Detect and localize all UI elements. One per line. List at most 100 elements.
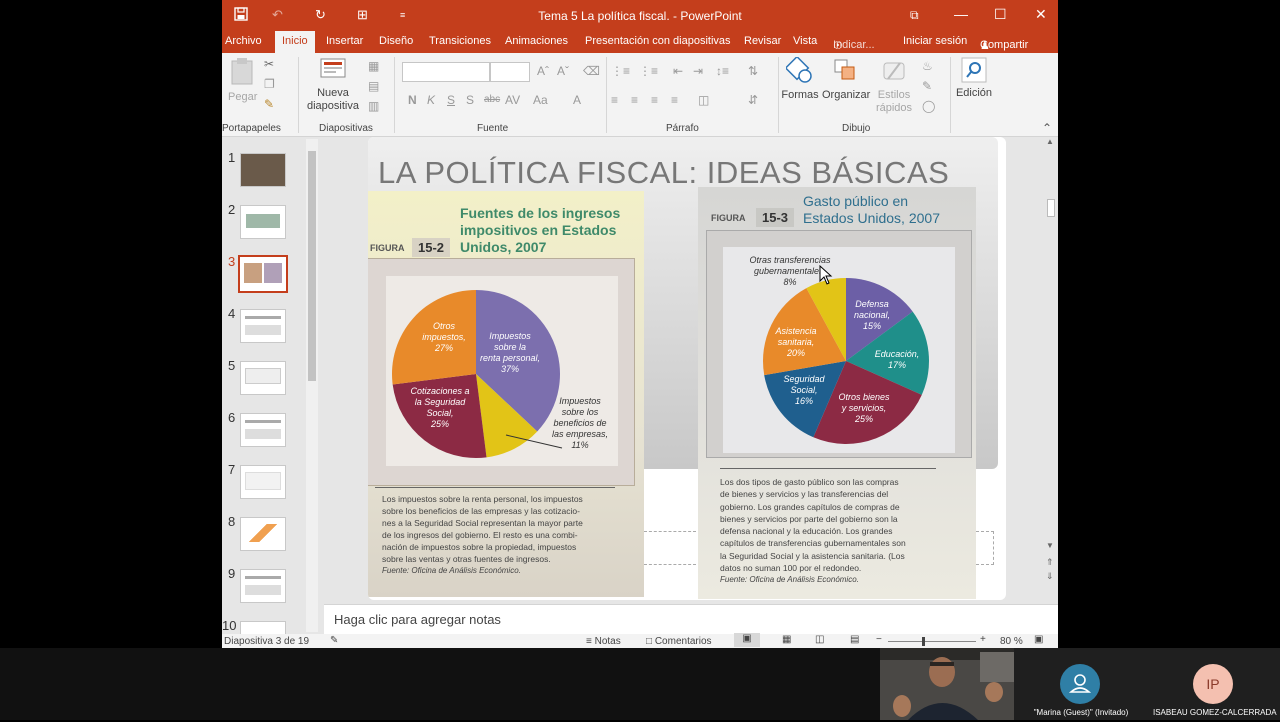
ribbon-display-icon[interactable]: ⧉	[910, 8, 919, 23]
columns-icon[interactable]: ◫	[698, 93, 709, 107]
close-button[interactable]: ✕	[1035, 6, 1047, 23]
format-painter-icon[interactable]: ✎	[264, 97, 274, 111]
shape-effects-icon[interactable]: ◯	[922, 99, 935, 113]
align-center-icon[interactable]: ≡	[631, 93, 638, 107]
notes-pane[interactable]: Haga clic para agregar notas	[324, 604, 1058, 634]
font-name-input[interactable]	[402, 62, 490, 82]
powerpoint-window: ↶ ↻ ⊞ ≡ Tema 5 La política fiscal. - Pow…	[222, 0, 1058, 648]
slide-thumbnail-2[interactable]	[240, 205, 286, 239]
collapse-ribbon-icon[interactable]: ⌃	[1042, 121, 1052, 135]
slide-thumbnail-5[interactable]	[240, 361, 286, 395]
align-text-icon[interactable]: ⇵	[748, 93, 758, 107]
paste-button[interactable]: Pegar	[228, 57, 257, 104]
align-left-icon[interactable]: ≡	[611, 93, 618, 107]
tab-revisar[interactable]: Revisar	[744, 35, 781, 47]
notes-placeholder[interactable]: Haga clic para agregar notas	[334, 612, 501, 627]
sign-in-link[interactable]: Iniciar sesión	[903, 35, 967, 47]
slide-thumbnail-9[interactable]	[240, 569, 286, 603]
search-icon	[961, 57, 987, 83]
layout-icon[interactable]: ▦	[368, 59, 379, 73]
minimize-button[interactable]: —	[954, 6, 968, 22]
status-bar: Diapositiva 3 de 19 ✎ ≡ Notas □ Comentar…	[222, 633, 1058, 648]
zoom-slider[interactable]	[888, 637, 976, 646]
comments-toggle[interactable]: □ Comentarios	[646, 636, 712, 647]
align-right-icon[interactable]: ≡	[651, 93, 658, 107]
normal-view-icon[interactable]: ▣	[734, 633, 760, 647]
zoom-level[interactable]: 80 %	[1000, 636, 1023, 647]
reset-icon[interactable]: ▤	[368, 79, 379, 93]
placeholder-box[interactable]	[976, 531, 994, 565]
previous-slide-icon[interactable]: ⇑	[1046, 557, 1054, 568]
justify-icon[interactable]: ≡	[671, 93, 678, 107]
italic-button[interactable]: K	[427, 93, 435, 107]
underline-button[interactable]: S	[447, 93, 455, 107]
strikethrough-button[interactable]: abc	[484, 94, 500, 105]
char-spacing-button[interactable]: AV	[505, 93, 520, 107]
participant-tile-2[interactable]: IP ISABEAU GOMEZ-CALCERRADA PE...	[1147, 648, 1280, 720]
spelling-icon[interactable]: ✎	[330, 635, 338, 646]
bullets-icon[interactable]: ⋮≡	[611, 64, 630, 78]
shape-outline-icon[interactable]: ✎	[922, 79, 932, 93]
text-direction-icon[interactable]: ⇅	[748, 64, 758, 78]
copy-icon[interactable]: ❐	[264, 77, 275, 91]
participant-tile-1[interactable]: "Marina (Guest)" (Invitado)	[1014, 648, 1147, 720]
shape-fill-icon[interactable]: ♨	[922, 59, 933, 73]
notes-toggle[interactable]: ≡ Notas	[586, 636, 621, 647]
placeholder-box[interactable]	[644, 531, 696, 565]
decrease-font-icon[interactable]: Aˇ	[557, 64, 569, 78]
quick-styles-button[interactable]: Estilos rápidos	[872, 57, 916, 115]
slide-title[interactable]: LA POLÍTICA FISCAL: IDEAS BÁSICAS	[378, 155, 949, 191]
tab-archivo[interactable]: Archivo	[225, 35, 262, 47]
tab-animaciones[interactable]: Animaciones	[505, 35, 568, 47]
fit-slide-icon[interactable]: ▣	[1034, 634, 1043, 645]
scrollbar-thumb[interactable]	[1047, 199, 1055, 217]
zoom-out-icon[interactable]: −	[876, 634, 882, 645]
slide-thumbnail-7[interactable]	[240, 465, 286, 499]
increase-font-icon[interactable]: Aˆ	[537, 64, 549, 78]
scroll-up-icon[interactable]: ▲	[1046, 137, 1054, 146]
scrollbar-thumb[interactable]	[308, 151, 316, 381]
slide-thumbnail-6[interactable]	[240, 413, 286, 447]
arrange-button[interactable]: Organizar	[822, 57, 870, 102]
scroll-down-icon[interactable]: ▼	[1046, 541, 1054, 550]
bold-button[interactable]: N	[408, 93, 417, 107]
shapes-button[interactable]: Formas	[780, 55, 820, 102]
decrease-indent-icon[interactable]: ⇤	[673, 64, 683, 78]
tab-diseno[interactable]: Diseño	[379, 35, 413, 47]
increase-indent-icon[interactable]: ⇥	[693, 64, 703, 78]
figure-15-3[interactable]: Gasto público en Estados Unidos, 2007 FI…	[698, 187, 976, 599]
slide-thumbnail-8[interactable]	[240, 517, 286, 551]
tab-vista[interactable]: Vista	[793, 35, 817, 47]
editing-button[interactable]: Edición	[954, 57, 994, 100]
reading-view-icon[interactable]: ◫	[815, 634, 824, 645]
tab-inicio[interactable]: Inicio	[275, 31, 315, 53]
next-slide-icon[interactable]: ⇓	[1046, 571, 1054, 582]
font-size-input[interactable]	[490, 62, 530, 82]
maximize-button[interactable]: ☐	[994, 6, 1007, 23]
thumbnail-scrollbar[interactable]	[306, 139, 318, 632]
slide-thumbnail-4[interactable]	[240, 309, 286, 343]
font-color-button[interactable]: A	[573, 93, 581, 107]
slide-thumbnail-1[interactable]	[240, 153, 286, 187]
video-tile-presenter[interactable]	[880, 648, 1014, 720]
slideshow-icon[interactable]: ▤	[850, 634, 859, 645]
slide-thumbnail-3-selected[interactable]	[238, 255, 288, 293]
tab-presentacion[interactable]: Presentación con diapositivas	[585, 35, 731, 47]
zoom-slider-thumb[interactable]	[922, 637, 925, 646]
tab-insertar[interactable]: Insertar	[326, 35, 363, 47]
new-slide-button[interactable]: Nueva diapositiva	[302, 57, 364, 113]
zoom-in-icon[interactable]: +	[980, 634, 986, 645]
figure-15-2[interactable]: Fuentes de los ingresos impositivos en E…	[368, 191, 644, 597]
numbering-icon[interactable]: ⋮≡	[639, 64, 658, 78]
line-spacing-icon[interactable]: ↕≡	[716, 64, 729, 78]
change-case-button[interactable]: Aa	[533, 93, 548, 107]
slide-scrollbar[interactable]: ▲ ▼ ⇑ ⇓	[1044, 137, 1058, 604]
clear-format-icon[interactable]: ⌫	[583, 64, 600, 78]
slide-3[interactable]: LA POLÍTICA FISCAL: IDEAS BÁSICAS Fuente…	[368, 137, 1006, 600]
slide-sorter-icon[interactable]: ▦	[782, 634, 791, 645]
tab-transiciones[interactable]: Transiciones	[429, 35, 491, 47]
shadow-button[interactable]: S	[466, 93, 474, 107]
cut-icon[interactable]: ✂	[264, 57, 274, 71]
section-icon[interactable]: ▥	[368, 99, 379, 113]
slide-thumbnail-10[interactable]	[240, 621, 286, 635]
